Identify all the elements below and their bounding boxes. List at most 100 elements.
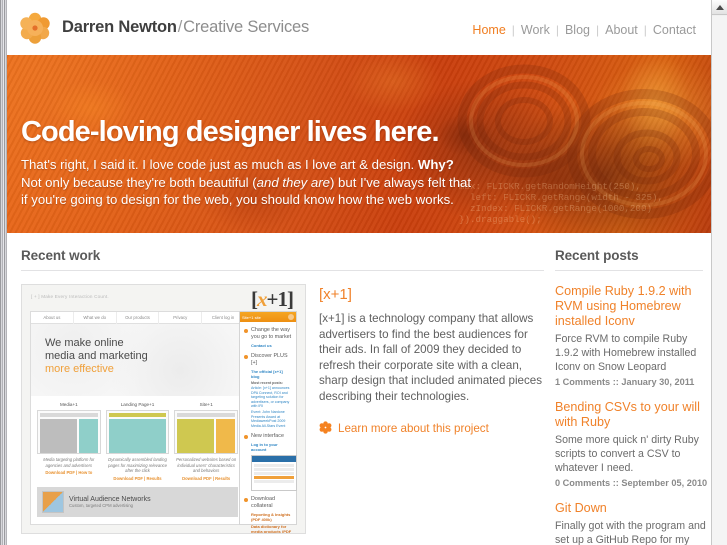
learn-more-label: Learn more about this project	[338, 422, 489, 436]
recent-posts-heading: Recent posts	[555, 248, 639, 263]
thumbnail-van-thumb	[42, 490, 64, 513]
screenshot-rows	[252, 464, 296, 483]
thumbnail-sidebar-item: Change the way you go to market Contact …	[240, 322, 296, 348]
thumbnail-sidebar-item: Download collateral Reporting & Insights…	[240, 491, 296, 533]
thumbnail-search-bar[interactable]: Site+1 site	[240, 312, 296, 322]
brand-subtitle: Creative Services	[183, 18, 310, 36]
hero-background-code: max: FLICKR.getRandomHeight(250), left: …	[459, 181, 663, 225]
thumbnail-sidebar-heading: Discover PLUS [+]	[244, 353, 292, 367]
flower-bullet-icon	[319, 420, 332, 437]
nav-item-work[interactable]: Work	[515, 23, 556, 37]
site-header: Darren Newton/Creative Services Home | W…	[7, 0, 711, 55]
thumbnail-search-icon	[288, 314, 294, 320]
brand-text: Darren Newton/Creative Services	[62, 18, 309, 37]
project-title: [x+1]	[319, 286, 352, 303]
post-meta: 0 Comments :: September 05, 2010	[555, 478, 708, 488]
nav-item-blog[interactable]: Blog	[559, 23, 596, 37]
thumbnail-product-desc: Personalized websites based on individua…	[176, 457, 237, 474]
hero-line-2-italic: and they are	[256, 174, 330, 190]
post-title[interactable]: Compile Ruby 1.9.2 with RVM using Homebr…	[555, 284, 709, 329]
screenshot-row	[254, 464, 294, 467]
post-meta: 1 Comments :: January 30, 2011	[555, 377, 695, 387]
thumbnail-download-link[interactable]: Data dictionary for media products (PDF …	[251, 524, 292, 533]
page-body: Darren Newton/Creative Services Home | W…	[7, 0, 711, 545]
thumbnail-product-mock	[37, 410, 101, 454]
post-excerpt: Force RVM to compile Ruby 1.9.2 with Hom…	[555, 333, 697, 373]
nav-item-home[interactable]: Home	[466, 23, 511, 37]
thumbnail-headline-2: media and marketing	[45, 350, 148, 362]
mock-bar	[177, 413, 236, 417]
project-thumbnail[interactable]: [ + ] Make Every Interaction Count. [x+1…	[21, 284, 306, 534]
scrollbar-track[interactable]	[712, 16, 727, 545]
mock-block	[177, 419, 215, 453]
thumbnail-xplus1-logo: [x+1]	[251, 287, 294, 312]
hero-content: Code-loving designer lives here. That's …	[7, 55, 477, 209]
thumbnail-sidebar-heading: Download collateral	[244, 496, 292, 510]
thumbnail-product-desc: Dynamically assembled landing pages for …	[108, 457, 167, 474]
learn-more-link[interactable]: Learn more about this project	[319, 420, 544, 437]
nav-item-about[interactable]: About	[599, 23, 644, 37]
mock-row	[40, 419, 98, 453]
screenshot-row-selected	[254, 476, 294, 479]
thumbnail-headline-3: more effective	[45, 363, 114, 375]
thumbnail-van-banner: Virtual Audience Networks Custom, target…	[37, 486, 238, 517]
post-excerpt: Finally got with the program and set up …	[555, 520, 706, 545]
nav-item-contact[interactable]: Contact	[647, 23, 702, 37]
project-description: [x+1] [x+1] is a technology company that…	[319, 284, 544, 534]
thumbnail-nav-login: Client log in	[211, 314, 235, 320]
thumbnail-hero: We make online media and marketing more …	[31, 324, 244, 396]
thumbnail-product-caption: Landing Page+1	[120, 402, 155, 407]
brand[interactable]: Darren Newton/Creative Services	[19, 12, 309, 44]
hero-line-2-b: ) but I've always felt that	[329, 174, 472, 190]
thumbnail-nav-privacy: Privacy	[159, 311, 203, 324]
post-title[interactable]: Bending CSVs to your will with Ruby	[555, 400, 709, 430]
thumbnail-product-caption: Media+1	[59, 402, 78, 407]
thumbnail-product-link[interactable]: Download PDF | Results	[106, 476, 170, 481]
thumbnail-nav: About us What we do Our products Privacy…	[31, 311, 244, 324]
thumbnail-tagline: [ + ] Make Every Interaction Count.	[31, 294, 109, 299]
mock-row	[177, 419, 236, 453]
post-title[interactable]: Git Down	[555, 501, 709, 516]
thumbnail-nav-whatwedo: What we do	[74, 311, 117, 324]
thumbnail-sidebar-post[interactable]: Article: [x+1] announces DPA Connect, RO…	[251, 386, 292, 409]
scroll-up-button[interactable]	[712, 0, 727, 15]
thumbnail-product-desc: Media targeting platform for agencies an…	[43, 457, 95, 468]
browser-viewport: Darren Newton/Creative Services Home | W…	[0, 0, 727, 545]
thumbnail-sidebar-post[interactable]: Event: John Nardone Presents Award at Me…	[251, 410, 292, 428]
thumbnail-nav-products: Our products	[117, 311, 160, 324]
thumbnail-product-media: Media+1 Media targeting platform for age…	[37, 402, 101, 481]
flower-logo-icon	[19, 12, 51, 44]
post-excerpt: Some more quick n' dirty Ruby scripts to…	[555, 434, 699, 474]
screenshot-row	[254, 480, 294, 483]
thumbnail-product-mock	[174, 410, 239, 454]
brand-separator: /	[177, 18, 183, 36]
hero-title: Code-loving designer lives here.	[21, 116, 440, 148]
thumbnail-sidebar-sub[interactable]: The official [x+1] blog	[251, 369, 292, 379]
logo-bracket-right: ]	[287, 287, 294, 311]
thumbnail-download-link[interactable]: Reporting & Insights (PDF 400k)	[251, 512, 292, 522]
sidebar: Recent posts Compile Ruby 1.9.2 with RVM…	[544, 233, 711, 545]
thumbnail-product-caption: Site+1	[199, 402, 213, 407]
hero-line-2-a: Not only because they're both beautiful …	[21, 174, 257, 190]
logo-plus-one: +1	[266, 287, 288, 311]
hero-line-1-text: That's right, I said it. I love code jus…	[21, 157, 418, 172]
mock-row	[108, 419, 167, 453]
vertical-scrollbar[interactable]	[711, 0, 727, 545]
brand-name: Darren Newton	[62, 18, 177, 36]
recent-posts-divider	[555, 270, 703, 271]
screenshot-row	[254, 468, 294, 471]
thumbnail-product-link[interactable]: Download PDF | How to	[37, 470, 101, 475]
hero-line-2: Not only because they're both beautiful …	[21, 174, 477, 192]
thumbnail-sidebar-heading: Change the way you go to market	[244, 327, 292, 341]
thumbnail-product-link[interactable]: Download PDF | Results	[174, 476, 238, 481]
thumbnail-sidebar: Site+1 site Change the way you go to mar…	[239, 311, 297, 533]
thumbnail-product-site: Site+1 Personalized websites based on in…	[174, 402, 239, 481]
logo-x: x	[257, 287, 267, 311]
post-item: Compile Ruby 1.9.2 with RVM using Homebr…	[555, 284, 711, 387]
thumbnail-sidebar-item: Discover PLUS [+] The official [x+1] blo…	[240, 348, 296, 428]
hero-subtext: That's right, I said it. I love code jus…	[21, 156, 477, 209]
thumbnail-sidebar-sub[interactable]: Log in to your account	[251, 442, 292, 452]
scroll-up-arrow-icon	[715, 4, 724, 10]
thumbnail-sidebar-item: New interface Log in to your account	[240, 428, 297, 492]
mock-block	[108, 419, 167, 453]
